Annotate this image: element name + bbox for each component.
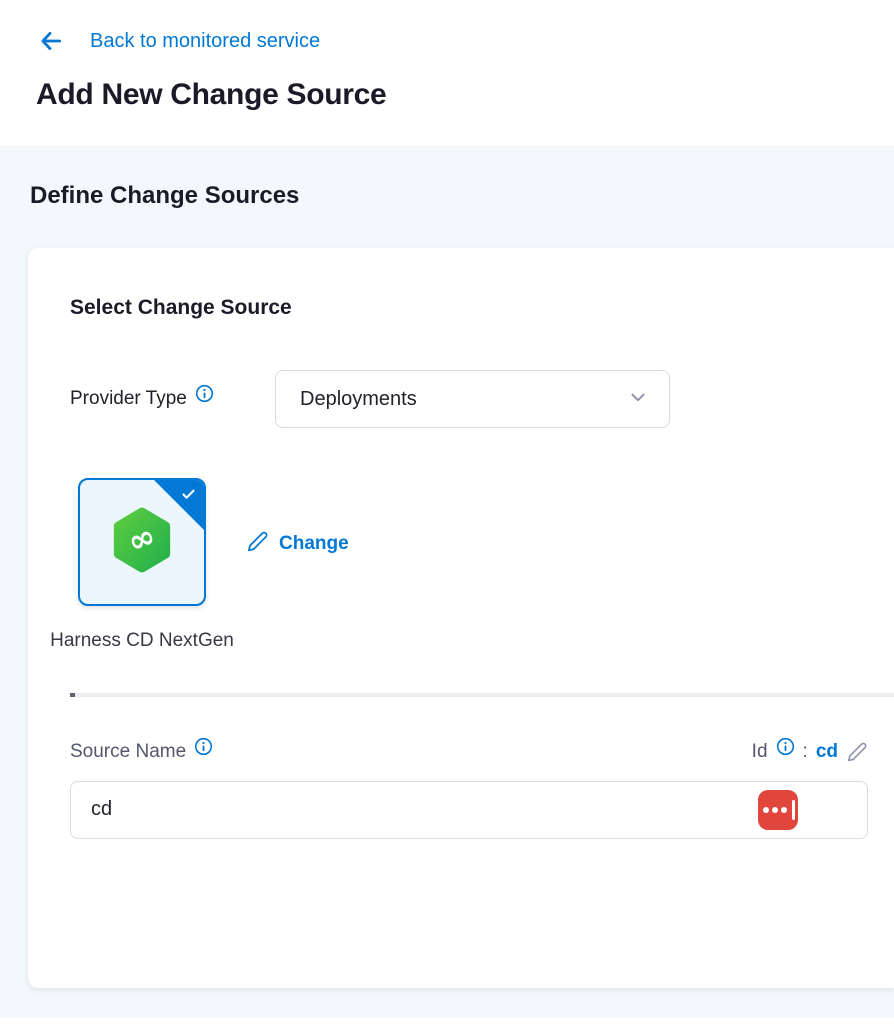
harness-cd-tile[interactable]: ∞ [78,478,206,606]
password-manager-dot [781,807,787,813]
divider-scroll-thumb [70,693,75,697]
change-source-card: Select Change Source Provider Type Deplo… [28,248,894,988]
main-area: Define Change Sources Select Change Sour… [0,146,894,1018]
id-value[interactable]: cd [816,741,838,763]
info-icon[interactable] [195,384,214,409]
provider-type-label: Provider Type [70,388,187,410]
edit-id-pencil-icon[interactable] [846,741,868,763]
pencil-icon [246,530,269,558]
password-manager-cursor [792,800,795,820]
selected-source-tile-column: ∞ Harness CD NextGen [78,478,206,657]
provider-type-label-group: Provider Type [70,388,275,410]
source-name-row: Source Name Id [70,741,868,763]
id-separator: : [803,741,808,763]
selected-source-row: ∞ Harness CD NextGen [70,478,868,657]
provider-type-value: Deployments [300,388,417,411]
info-icon[interactable] [776,737,795,762]
back-arrow-icon[interactable] [36,28,66,54]
password-manager-dot [772,807,778,813]
source-name-label-group: Source Name [70,741,213,763]
source-name-input[interactable] [70,781,868,839]
selected-corner-triangle [153,479,205,531]
back-link-row[interactable]: Back to monitored service [36,28,858,54]
chevron-down-icon [627,386,649,413]
id-row: Id : cd [752,741,868,763]
change-link-label[interactable]: Change [279,533,349,555]
card-title: Select Change Source [70,296,868,320]
password-manager-icon[interactable] [758,790,798,830]
provider-type-dropdown[interactable]: Deployments [275,370,670,428]
section-divider [70,693,894,697]
page-header: Back to monitored service Add New Change… [0,0,894,146]
id-label: Id [752,741,768,763]
change-source-link[interactable]: Change [246,530,349,558]
source-name-input-wrap [70,781,868,839]
provider-type-row: Provider Type Deployments [70,370,868,428]
info-icon[interactable] [194,737,213,762]
check-icon [180,487,197,507]
password-manager-dot [763,807,769,813]
selected-source-name: Harness CD NextGen [50,626,234,657]
back-link[interactable]: Back to monitored service [90,30,320,53]
page-title: Add New Change Source [36,78,858,112]
section-title: Define Change Sources [30,182,894,210]
source-name-label: Source Name [70,741,186,763]
